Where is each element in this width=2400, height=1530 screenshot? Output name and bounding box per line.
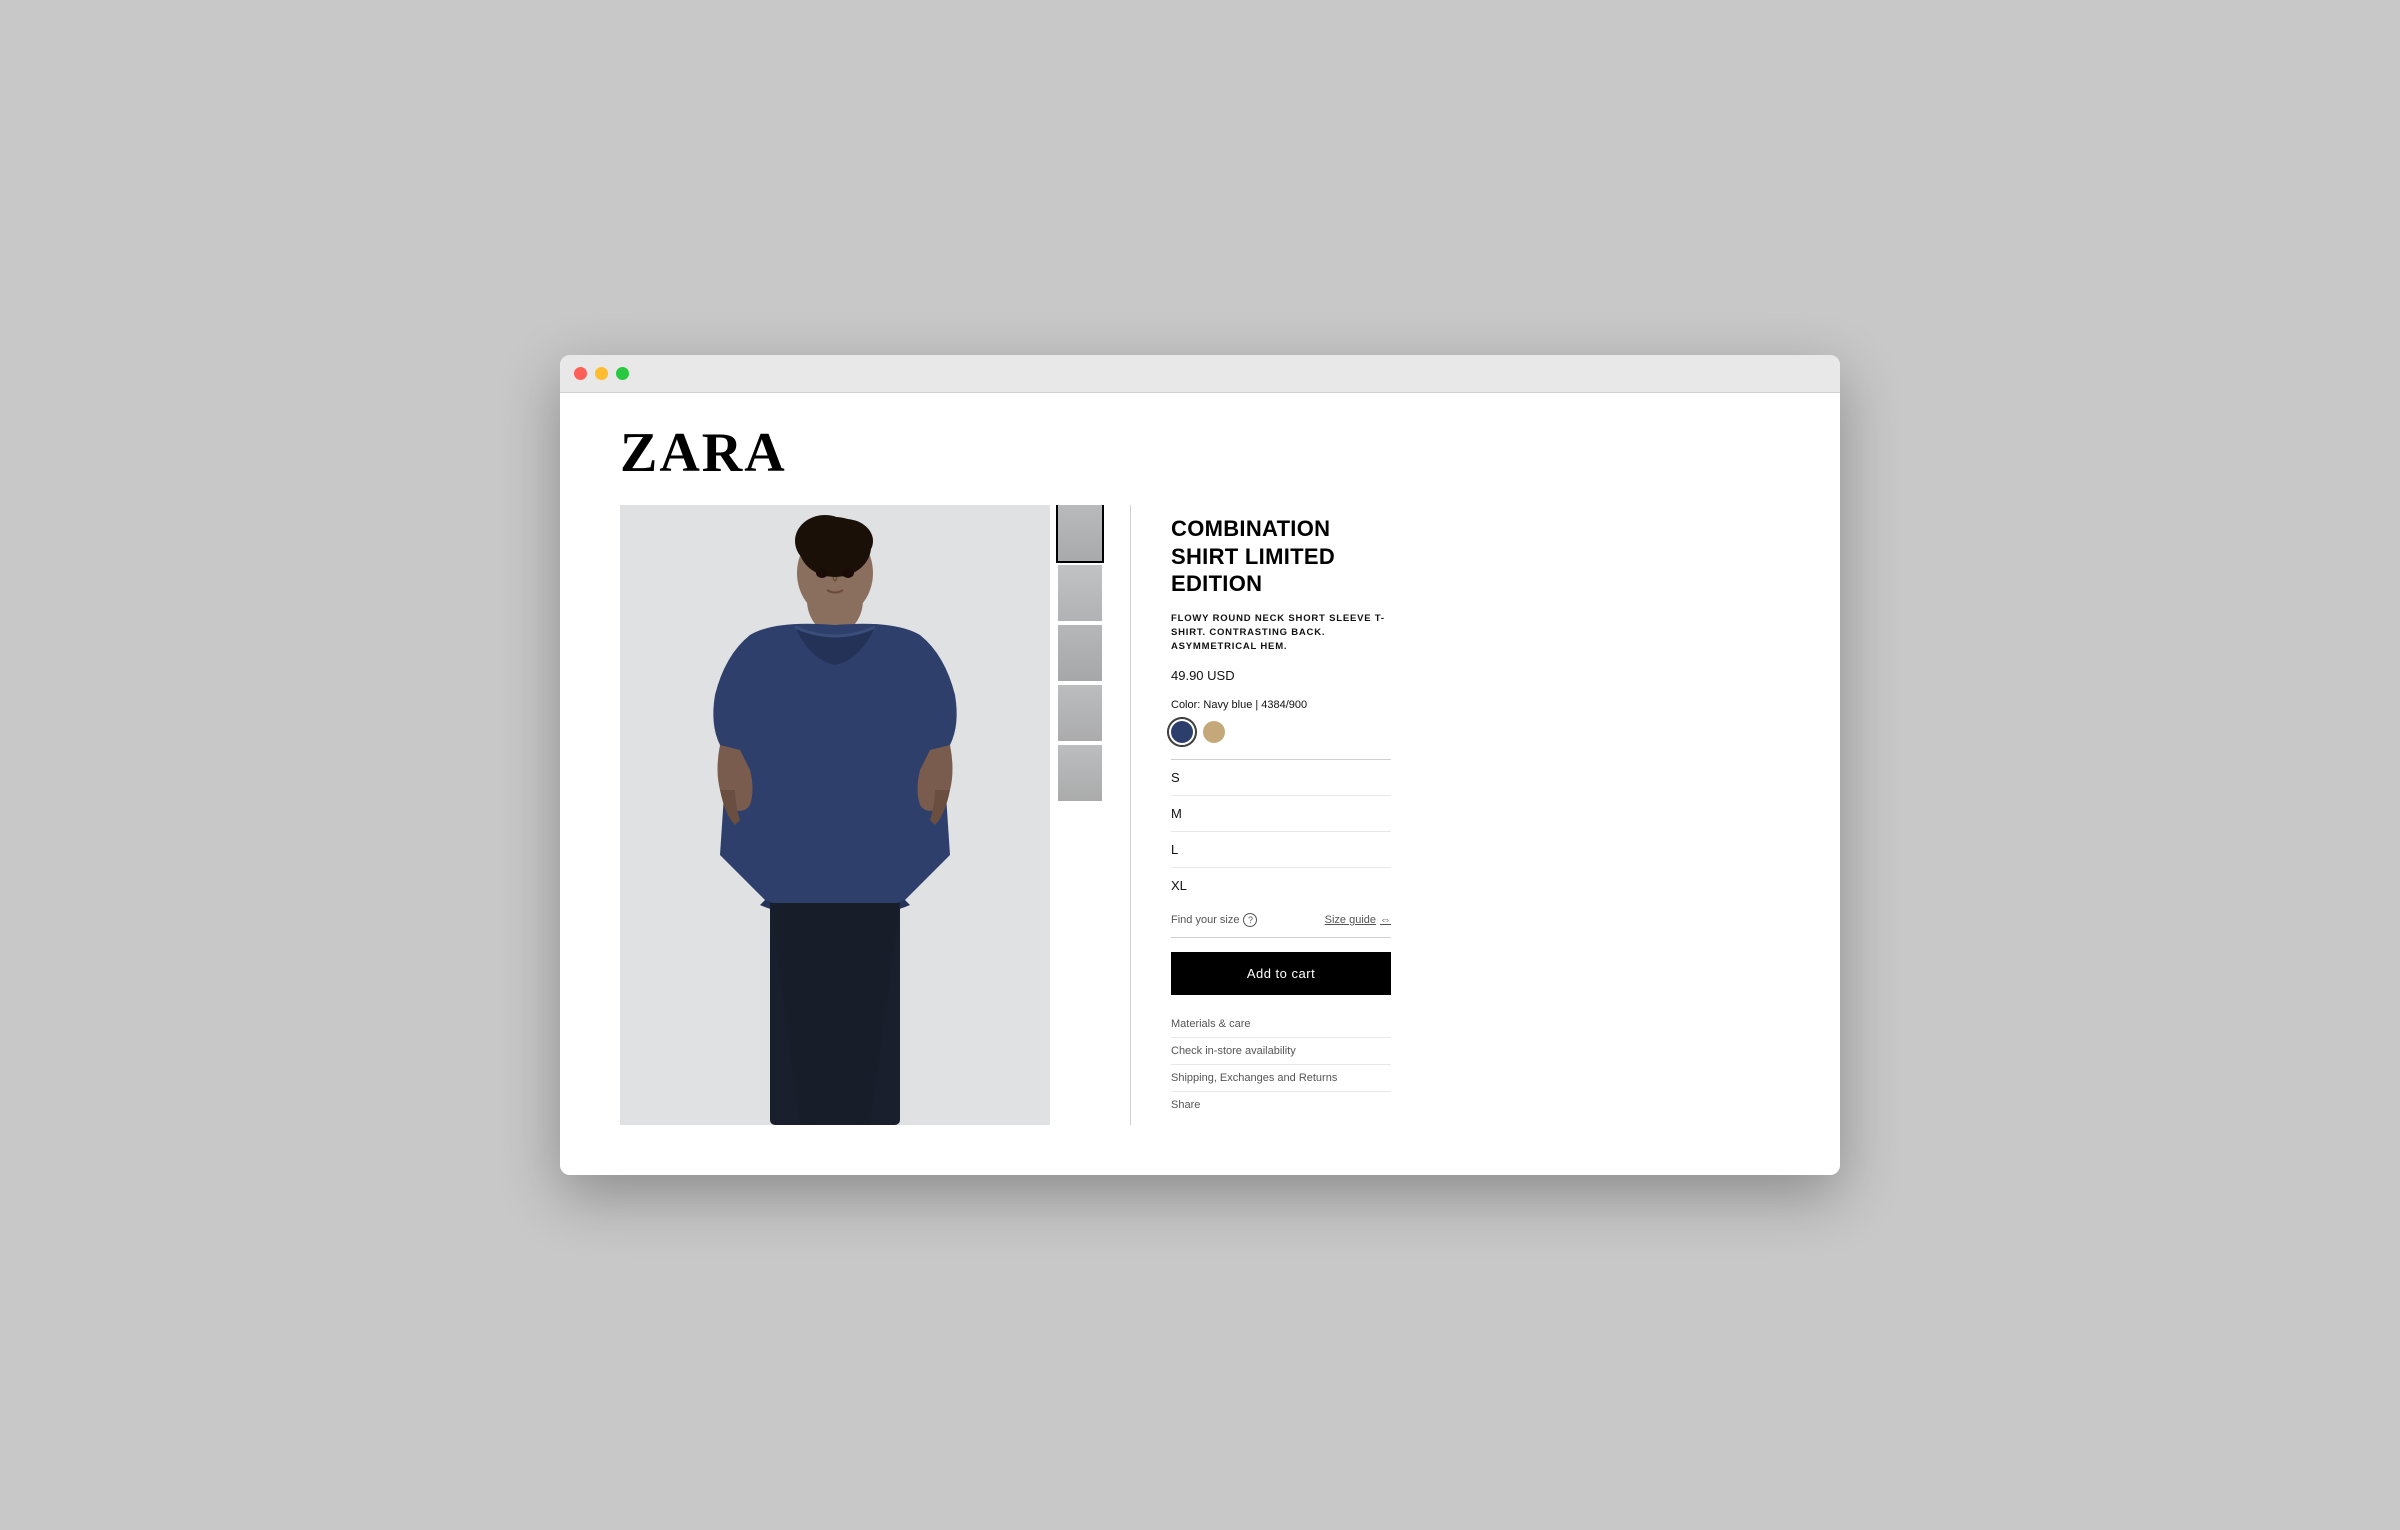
model-svg bbox=[620, 505, 1050, 1125]
product-image-main bbox=[620, 505, 1050, 1125]
find-size-icon: ? bbox=[1243, 913, 1257, 927]
traffic-lights bbox=[574, 367, 629, 380]
info-links: Materials & care Check in-store availabi… bbox=[1171, 1011, 1391, 1118]
size-list: S M L XL bbox=[1171, 760, 1391, 903]
product-description: FLOWY ROUND NECK SHORT SLEEVE T-SHIRT. C… bbox=[1171, 612, 1391, 655]
product-image-placeholder bbox=[620, 505, 1050, 1125]
size-m[interactable]: M bbox=[1171, 796, 1391, 832]
thumbnail-1[interactable] bbox=[1058, 505, 1102, 561]
thumbnail-strip bbox=[1050, 505, 1110, 1125]
arrows-icon: ⇔ bbox=[1380, 914, 1391, 926]
find-size-label[interactable]: Find your size ? bbox=[1171, 913, 1257, 927]
size-s[interactable]: S bbox=[1171, 760, 1391, 796]
browser-window: ZARA bbox=[560, 355, 1840, 1175]
shipping-returns-link[interactable]: Shipping, Exchanges and Returns bbox=[1171, 1065, 1391, 1092]
color-swatches bbox=[1171, 721, 1391, 743]
swatch-navy[interactable] bbox=[1171, 721, 1193, 743]
add-to-cart-button[interactable]: Add to cart bbox=[1171, 952, 1391, 995]
main-content: COMBINATION SHIRT LIMITED EDITION FLOWY … bbox=[560, 505, 1840, 1175]
product-title: COMBINATION SHIRT LIMITED EDITION bbox=[1171, 515, 1391, 598]
share-link[interactable]: Share bbox=[1171, 1092, 1391, 1118]
thumbnail-4[interactable] bbox=[1058, 685, 1102, 741]
close-button[interactable] bbox=[574, 367, 587, 380]
product-details: COMBINATION SHIRT LIMITED EDITION FLOWY … bbox=[1151, 505, 1391, 1145]
browser-content: ZARA bbox=[560, 393, 1840, 1175]
instore-availability-link[interactable]: Check in-store availability bbox=[1171, 1038, 1391, 1065]
divider-vertical bbox=[1130, 505, 1131, 1125]
header: ZARA bbox=[560, 393, 1840, 505]
size-xl[interactable]: XL bbox=[1171, 868, 1391, 903]
product-price: 49.90 USD bbox=[1171, 668, 1391, 683]
size-footer: Find your size ? Size guide ⇔ bbox=[1171, 903, 1391, 938]
maximize-button[interactable] bbox=[616, 367, 629, 380]
site-logo[interactable]: ZARA bbox=[620, 421, 1780, 485]
minimize-button[interactable] bbox=[595, 367, 608, 380]
browser-titlebar bbox=[560, 355, 1840, 393]
thumbnail-3[interactable] bbox=[1058, 625, 1102, 681]
size-guide-link[interactable]: Size guide ⇔ bbox=[1325, 914, 1391, 926]
swatch-tan[interactable] bbox=[1203, 721, 1225, 743]
size-l[interactable]: L bbox=[1171, 832, 1391, 868]
page: ZARA bbox=[560, 393, 1840, 1175]
materials-care-link[interactable]: Materials & care bbox=[1171, 1011, 1391, 1038]
thumbnail-5[interactable] bbox=[1058, 745, 1102, 801]
thumbnail-2[interactable] bbox=[1058, 565, 1102, 621]
color-label: Color: Navy blue | 4384/900 bbox=[1171, 699, 1391, 711]
